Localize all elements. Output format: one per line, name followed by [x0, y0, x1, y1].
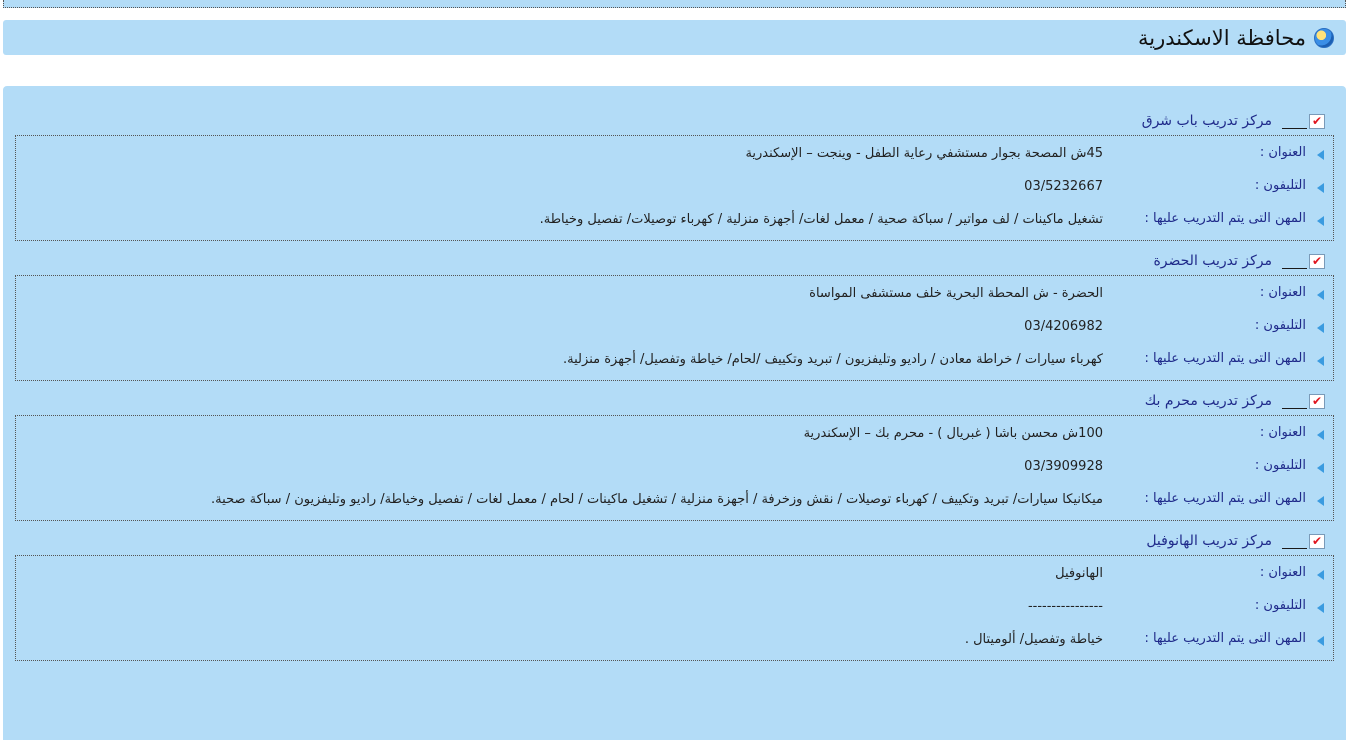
trades-label: المهن التى يتم التدريب عليها : — [1144, 211, 1306, 226]
globe-icon — [1314, 27, 1334, 48]
address-value: 100ش محسن باشا ( غبريال ) - محرم بك – ال… — [803, 426, 1103, 441]
center-item: ✔ مركز تدريب الهانوفيل العنوان : الهانوف… — [3, 529, 1346, 661]
address-value: 45ش المصحة بجوار مستشفي رعاية الطفل - وي… — [745, 146, 1103, 161]
checkbox-icon: ✔ — [1309, 253, 1325, 269]
center-name: مركز تدريب باب شرق — [1141, 113, 1272, 129]
center-details: العنوان : 45ش المصحة بجوار مستشفي رعاية … — [15, 135, 1334, 241]
phone-label: التليفون : — [1254, 178, 1306, 193]
trades-label: المهن التى يتم التدريب عليها : — [1144, 351, 1306, 366]
phone-value: 03/3909928 — [1024, 459, 1103, 474]
arrow-left-icon — [1317, 430, 1324, 440]
header-divider — [1282, 548, 1307, 549]
arrow-left-icon — [1317, 356, 1324, 366]
header-divider — [1282, 268, 1307, 269]
arrow-left-icon — [1317, 323, 1324, 333]
phone-label: التليفون : — [1254, 318, 1306, 333]
governorate-title: محافظة الاسكندرية — [1137, 25, 1306, 50]
address-label: العنوان : — [1259, 145, 1306, 160]
address-value: الهانوفيل — [1055, 566, 1103, 581]
arrow-left-icon — [1317, 570, 1324, 580]
address-row: العنوان : الهانوفيل — [16, 562, 1333, 586]
phone-value: 03/5232667 — [1024, 179, 1103, 194]
arrow-left-icon — [1317, 636, 1324, 646]
trades-value: كهرباء سيارات / خراطة معادن / راديو وتلي… — [563, 352, 1103, 367]
trades-label: المهن التى يتم التدريب عليها : — [1144, 491, 1306, 506]
address-row: العنوان : الحضرة - ش المحطة البحرية خلف … — [16, 282, 1333, 306]
center-header: ✔ مركز تدريب باب شرق — [3, 109, 1346, 133]
center-header: ✔ مركز تدريب الهانوفيل — [3, 529, 1346, 553]
arrow-left-icon — [1317, 290, 1324, 300]
address-value: الحضرة - ش المحطة البحرية خلف مستشفى الم… — [809, 286, 1103, 301]
arrow-left-icon — [1317, 463, 1324, 473]
governorate-header: محافظة الاسكندرية — [3, 20, 1346, 55]
phone-row: التليفون : 03/4206982 — [16, 315, 1333, 339]
trades-label: المهن التى يتم التدريب عليها : — [1144, 631, 1306, 646]
arrow-left-icon — [1317, 183, 1324, 193]
phone-row: التليفون : 03/5232667 — [16, 175, 1333, 199]
address-label: العنوان : — [1259, 565, 1306, 580]
arrow-left-icon — [1317, 496, 1324, 506]
phone-label: التليفون : — [1254, 458, 1306, 473]
header-divider — [1282, 128, 1307, 129]
center-name: مركز تدريب الهانوفيل — [1146, 533, 1272, 549]
phone-row: التليفون : 03/3909928 — [16, 455, 1333, 479]
trades-row: المهن التى يتم التدريب عليها : ميكانيكا … — [16, 488, 1333, 512]
phone-value: ---------------- — [1027, 599, 1103, 614]
center-details: العنوان : 100ش محسن باشا ( غبريال ) - مح… — [15, 415, 1334, 521]
center-item: ✔ مركز تدريب الحضرة العنوان : الحضرة - ش… — [3, 249, 1346, 381]
center-name: مركز تدريب الحضرة — [1153, 253, 1272, 269]
address-label: العنوان : — [1259, 285, 1306, 300]
phone-label: التليفون : — [1254, 598, 1306, 613]
checkbox-icon: ✔ — [1309, 393, 1325, 409]
trades-row: المهن التى يتم التدريب عليها : كهرباء سي… — [16, 348, 1333, 372]
center-header: ✔ مركز تدريب الحضرة — [3, 249, 1346, 273]
center-item: ✔ مركز تدريب محرم بك العنوان : 100ش محسن… — [3, 389, 1346, 521]
address-row: العنوان : 45ش المصحة بجوار مستشفي رعاية … — [16, 142, 1333, 166]
center-name: مركز تدريب محرم بك — [1144, 393, 1272, 409]
trades-row: المهن التى يتم التدريب عليها : تشغيل ماك… — [16, 208, 1333, 232]
arrow-left-icon — [1317, 150, 1324, 160]
center-details: العنوان : الحضرة - ش المحطة البحرية خلف … — [15, 275, 1334, 381]
trades-value: تشغيل ماكينات / لف مواتير / سباكة صحية /… — [539, 212, 1103, 227]
page: محافظة الاسكندرية ✔ مركز تدريب باب شرق ا… — [0, 0, 1349, 740]
header-divider — [1282, 408, 1307, 409]
address-row: العنوان : 100ش محسن باشا ( غبريال ) - مح… — [16, 422, 1333, 446]
address-label: العنوان : — [1259, 425, 1306, 440]
checkbox-icon: ✔ — [1309, 113, 1325, 129]
trades-value: ميكانيكا سيارات/ تبريد وتكييف / كهرباء ت… — [211, 492, 1103, 507]
arrow-left-icon — [1317, 216, 1324, 226]
trades-row: المهن التى يتم التدريب عليها : خياطة وتف… — [16, 628, 1333, 652]
phone-value: 03/4206982 — [1024, 319, 1103, 334]
center-details: العنوان : الهانوفيل التليفون : ---------… — [15, 555, 1334, 661]
phone-row: التليفون : ---------------- — [16, 595, 1333, 619]
checkbox-icon: ✔ — [1309, 533, 1325, 549]
arrow-left-icon — [1317, 603, 1324, 613]
center-header: ✔ مركز تدريب محرم بك — [3, 389, 1346, 413]
center-item: ✔ مركز تدريب باب شرق العنوان : 45ش المصح… — [3, 109, 1346, 241]
top-strip — [3, 0, 1346, 8]
trades-value: خياطة وتفصيل/ ألوميتال . — [964, 632, 1103, 647]
centers-panel: ✔ مركز تدريب باب شرق العنوان : 45ش المصح… — [3, 86, 1346, 740]
